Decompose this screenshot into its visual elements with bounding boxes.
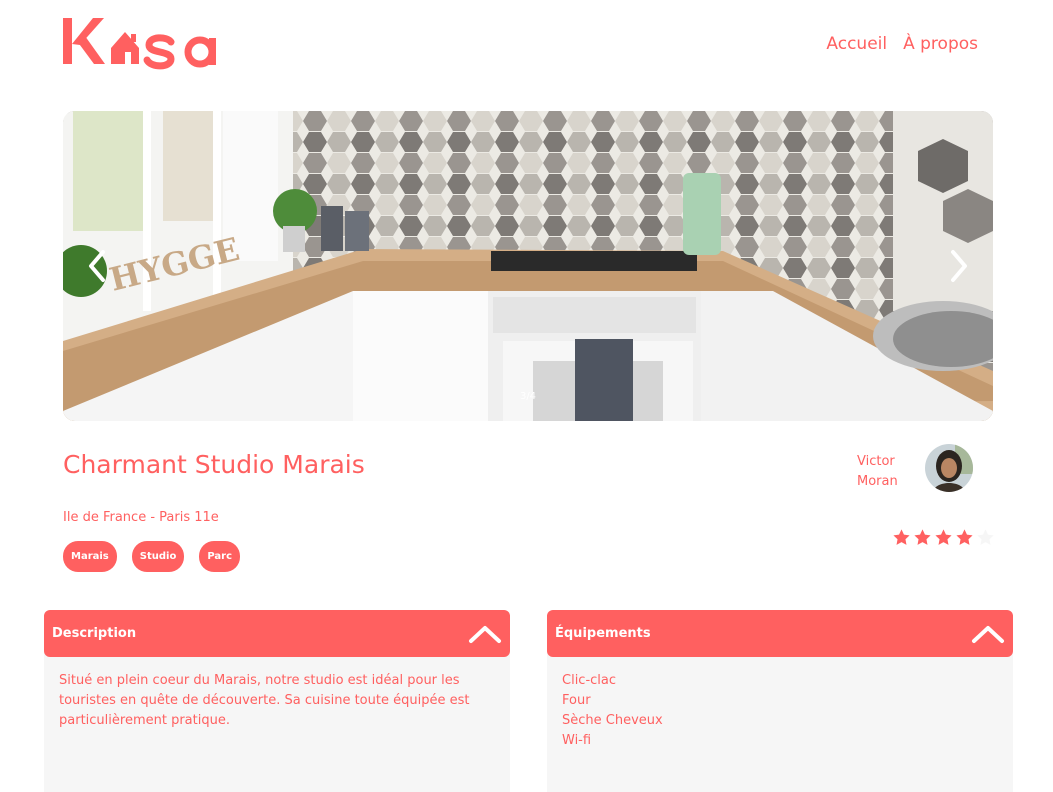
equipment-list: Clic-clac Four Sèche Cheveux Wi-fi: [562, 671, 998, 751]
equipments-title: Équipements: [555, 626, 651, 641]
star-empty-icon: [977, 529, 994, 545]
star-filled-icon: [914, 529, 931, 545]
star-filled-icon: [956, 529, 973, 545]
chevron-up-icon[interactable]: [468, 624, 502, 644]
equipments-collapse-header[interactable]: Équipements: [547, 610, 1013, 657]
equipment-item: Four: [562, 693, 591, 708]
listing-title: Charmant Studio Marais: [63, 450, 365, 479]
star-filled-icon: [935, 529, 952, 545]
rating-stars: [892, 528, 995, 547]
description-collapse-header[interactable]: Description: [44, 610, 510, 657]
host-first-name: Victor: [857, 454, 895, 469]
tag: Studio: [131, 541, 185, 572]
chevron-up-icon[interactable]: [971, 624, 1005, 644]
kitchen-photo: HYGGE: [63, 111, 993, 421]
chevron-right-icon: [951, 250, 967, 282]
carousel-prev-button[interactable]: [77, 244, 117, 288]
star-filled-icon: [893, 529, 910, 545]
nav-link-home[interactable]: Accueil: [826, 34, 887, 54]
equipment-item: Clic-clac: [562, 673, 617, 688]
description-text: Situé en plein coeur du Marais, notre st…: [59, 673, 470, 728]
equipments-collapse: Équipements Clic-clac Four Sèche Cheveux…: [547, 610, 1013, 792]
equipment-item: Wi-fi: [562, 733, 592, 748]
equipments-body: Clic-clac Four Sèche Cheveux Wi-fi: [547, 651, 1013, 792]
carousel-next-button[interactable]: [939, 244, 979, 288]
listing-location: Ile de France - Paris 11e: [63, 510, 219, 525]
carousel-counter: 3/4: [519, 391, 537, 402]
description-collapse: Description Situé en plein coeur du Mara…: [44, 610, 510, 792]
nav-link-about[interactable]: À propos: [903, 34, 978, 54]
main-nav: Accueil À propos: [826, 34, 978, 54]
host-name: Victor Moran: [857, 452, 917, 492]
host-last-name: Moran: [857, 474, 898, 489]
kasa-logo[interactable]: [63, 14, 233, 74]
description-title: Description: [52, 626, 137, 641]
chevron-left-icon: [89, 250, 105, 282]
tag: Parc: [199, 541, 240, 572]
host-avatar: [925, 444, 973, 492]
equipment-item: Sèche Cheveux: [562, 713, 663, 728]
description-body: Situé en plein coeur du Marais, notre st…: [44, 651, 510, 792]
image-carousel: HYGGE 3/4: [63, 111, 993, 421]
tag-list: Marais Studio Parc: [63, 541, 240, 572]
tag: Marais: [63, 541, 117, 572]
